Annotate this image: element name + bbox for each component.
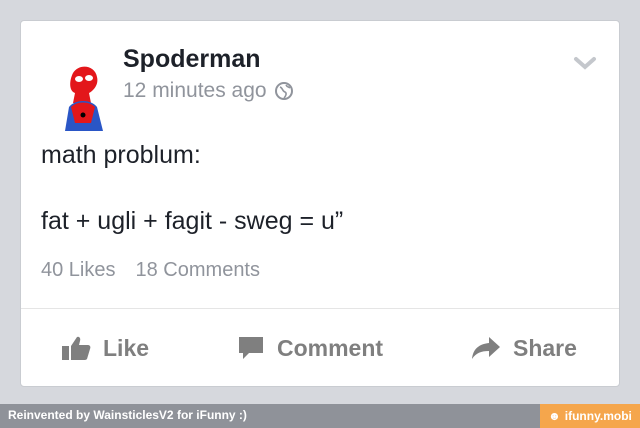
post-card: Spoderman 12 minutes ago math problum: f… [20,20,620,387]
post-line [41,172,343,205]
ifunny-brand: ifunny.mobi [564,409,632,423]
engagement-counts: 40 Likes 18 Comments [41,259,260,282]
post-text: math problum: fat + ugli + fagit - sweg … [41,139,343,238]
action-bar: Like Comment Share [21,309,619,386]
author-name[interactable]: Spoderman [123,45,261,74]
watermark-credit: Reinvented by WainsticlesV2 for iFunny :… [8,408,247,422]
comment-icon [239,337,263,359]
post-meta: 12 minutes ago [123,79,294,103]
comment-label: Comment [277,334,384,361]
ifunny-badge[interactable]: ☻ ifunny.mobi [540,404,640,428]
globe-icon [274,82,293,100]
comment-button[interactable]: Comment [237,309,383,387]
comments-count[interactable]: 18 Comments [136,259,261,282]
post-line: math problum: [41,141,201,169]
thumbs-up-icon [62,336,91,360]
like-button[interactable]: Like [61,309,149,387]
share-button[interactable]: Share [471,309,577,387]
post-line: fat + ugli + fagit - sweg = u” [41,207,344,235]
likes-count[interactable]: 40 Likes [41,259,116,282]
share-arrow-icon [472,337,500,359]
like-label: Like [103,334,150,361]
smiley-icon: ☻ [548,409,561,423]
timestamp[interactable]: 12 minutes ago [123,79,267,103]
share-label: Share [513,334,577,361]
avatar[interactable] [51,63,111,131]
chevron-down-icon[interactable] [573,55,597,71]
watermark-bar: Reinvented by WainsticlesV2 for iFunny :… [0,404,640,428]
